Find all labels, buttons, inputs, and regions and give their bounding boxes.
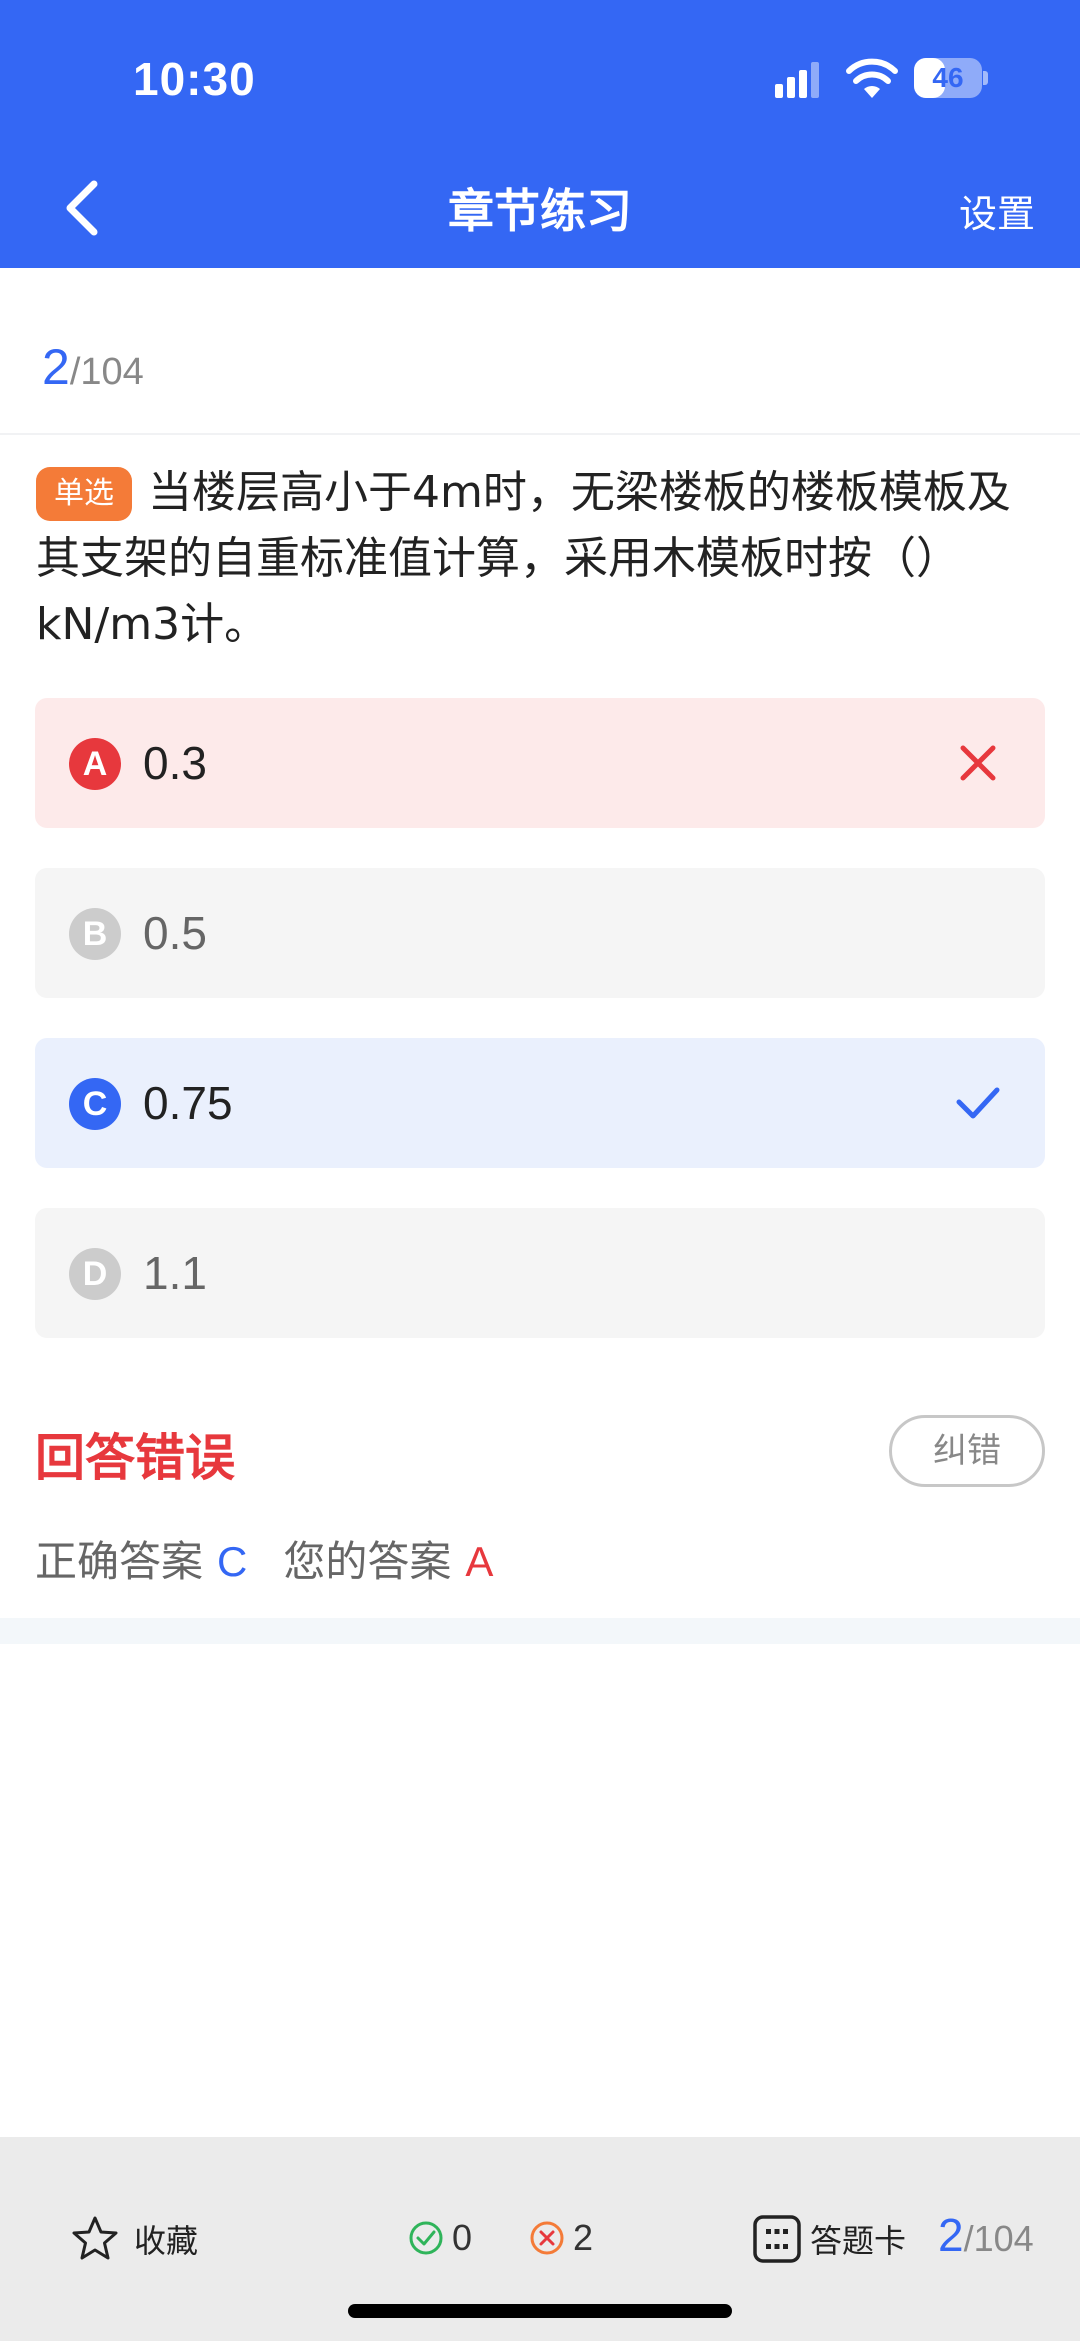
battery-icon: 46: [914, 58, 988, 98]
option-d[interactable]: D 1.1: [35, 1208, 1045, 1338]
wrong-count-stat: 2: [529, 2217, 594, 2258]
bottom-progress-separator: /: [963, 2218, 974, 2259]
page-title: 章节练习: [448, 184, 632, 238]
grid-icon: [753, 2215, 801, 2263]
favorite-label: 收藏: [134, 2222, 199, 2260]
status-time: 10:30: [133, 53, 256, 105]
bottom-progress: 2/104: [938, 2208, 1034, 2262]
cross-circle-icon: [530, 2221, 564, 2255]
option-text: 0.5: [143, 907, 207, 959]
option-text: 1.1: [143, 1247, 207, 1299]
check-icon: [956, 1087, 1000, 1119]
question-progress: 2/104: [42, 338, 144, 396]
app-screen: 10:30 46 章节练习 设置 2/104 单选 当楼层高小于4m时，无梁楼板…: [0, 0, 1080, 2341]
progress-current: 2: [42, 339, 70, 395]
bottom-progress-total: 104: [973, 2218, 1034, 2259]
option-letter-badge: D: [69, 1248, 121, 1300]
answer-summary: 正确答案 C 您的答案 A: [35, 1528, 493, 1589]
progress-total: 104: [80, 351, 144, 393]
report-error-button[interactable]: 纠错: [889, 1415, 1045, 1487]
section-separator: [0, 1618, 1080, 1644]
correct-answer-value: C: [217, 1538, 248, 1585]
option-c[interactable]: C 0.75: [35, 1038, 1045, 1168]
cellular-signal-icon: [775, 62, 819, 98]
option-text: 0.3: [143, 737, 207, 789]
bottom-progress-current: 2: [938, 2209, 964, 2261]
wrong-count: 2: [573, 2217, 594, 2258]
option-a[interactable]: A 0.3: [35, 698, 1045, 828]
favorite-button[interactable]: 收藏: [70, 2212, 198, 2266]
correct-answer-label: 正确答案: [35, 1537, 204, 1586]
battery-level: 46: [932, 62, 964, 93]
option-b[interactable]: B 0.5: [35, 868, 1045, 998]
cross-icon: [960, 745, 996, 781]
progress-separator: /: [69, 351, 81, 393]
result-title: 回答错误: [35, 1429, 235, 1487]
option-text: 0.75: [143, 1077, 233, 1129]
home-indicator[interactable]: [348, 2304, 732, 2318]
answer-card-label: 答题卡: [810, 2222, 907, 2260]
correct-count: 0: [452, 2217, 473, 2258]
wifi-icon: [846, 58, 898, 98]
app-header: 10:30 46 章节练习 设置: [0, 0, 1080, 268]
question-type-badge: 单选: [36, 467, 132, 521]
question-text-block: 单选 当楼层高小于4m时，无梁楼板的楼板模板及其支架的自重标准值计算，采用木模板时…: [36, 460, 1046, 658]
option-letter-badge: C: [69, 1078, 121, 1130]
star-icon: [72, 2216, 118, 2260]
question-text: 当楼层高小于4m时，无梁楼板的楼板模板及其支架的自重标准值计算，采用木模板时按（…: [36, 467, 1011, 650]
answer-card-button[interactable]: 答题卡: [752, 2212, 906, 2266]
settings-button[interactable]: 设置: [959, 183, 1035, 238]
check-circle-icon: [409, 2221, 443, 2255]
divider: [0, 433, 1080, 435]
your-answer-value: A: [465, 1538, 494, 1585]
option-letter-badge: A: [69, 738, 121, 790]
correct-count-stat: 0: [408, 2217, 473, 2258]
your-answer-label: 您的答案: [283, 1537, 452, 1586]
option-letter-badge: B: [69, 908, 121, 960]
